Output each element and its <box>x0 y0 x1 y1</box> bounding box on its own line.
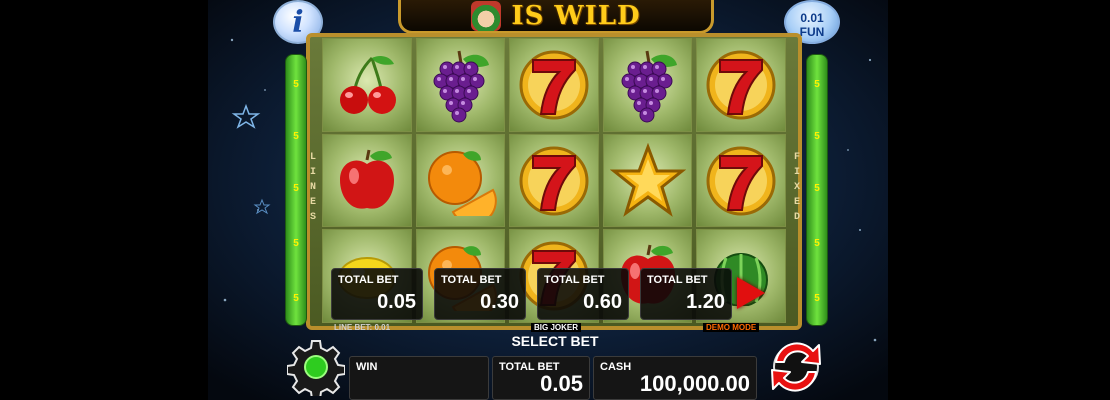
win-box: WIN <box>349 356 489 400</box>
lines-label: LINES <box>309 152 316 223</box>
payline-number: 5 <box>814 79 820 90</box>
joker-icon <box>471 0 502 31</box>
payline-number: 5 <box>814 238 820 249</box>
spin-button[interactable] <box>764 336 828 398</box>
info-icon: i <box>292 4 304 40</box>
bet-option-value: 0.60 <box>583 291 622 313</box>
play-arrow-icon[interactable] <box>737 277 765 309</box>
total-bet-value: 0.05 <box>540 371 583 396</box>
total-bet-box: TOTAL BET 0.05 <box>492 356 590 400</box>
fun-value: 0.01 <box>800 11 824 25</box>
payline-number: 5 <box>293 238 299 249</box>
cherry-symbol-icon <box>322 38 412 132</box>
demo-mode-text: DEMO MODE <box>703 323 760 332</box>
bet-option-label: TOTAL BET <box>441 274 502 286</box>
bet-option-label: TOTAL BET <box>544 274 605 286</box>
settings-gear-icon[interactable] <box>287 338 345 396</box>
paylines-bar-right: 5 5 5 5 5 <box>806 54 828 326</box>
seven-symbol-icon <box>696 38 786 132</box>
bet-option-label: TOTAL BET <box>338 274 399 286</box>
select-bet-title: SELECT BET <box>511 333 599 349</box>
apple-symbol-icon <box>322 133 412 228</box>
wild-title: IS WILD <box>511 0 641 31</box>
payline-number: 5 <box>293 79 299 90</box>
bet-option-value: 1.20 <box>686 291 725 313</box>
bet-option-4[interactable]: TOTAL BET 1.20 <box>640 268 732 320</box>
cash-box: CASH 100,000.00 <box>593 356 757 400</box>
grapes-symbol-icon <box>415 38 506 132</box>
cash-label: CASH <box>600 361 632 373</box>
star-symbol-icon <box>602 133 693 228</box>
payline-number: 5 <box>293 183 299 194</box>
orange-symbol-icon <box>415 133 506 228</box>
cash-value: 100,000.00 <box>639 371 750 396</box>
bet-option-value: 0.30 <box>480 291 519 313</box>
paylines-bar-left: 5 5 5 5 5 <box>285 54 307 326</box>
payline-number: 5 <box>814 131 820 142</box>
bet-option-1[interactable]: TOTAL BET 0.05 <box>331 268 423 320</box>
line-bet-text: LINE BET: 0.01 <box>334 323 391 332</box>
game-name-text: BIG JOKER <box>531 323 582 332</box>
game-title-plate: IS WILD <box>398 0 714 34</box>
payline-number: 5 <box>814 293 820 304</box>
win-label: WIN <box>356 361 378 373</box>
bet-option-label: TOTAL BET <box>647 274 708 286</box>
seven-symbol-icon <box>509 38 599 132</box>
bet-option-3[interactable]: TOTAL BET 0.60 <box>537 268 629 320</box>
seven-symbol-icon <box>696 133 786 228</box>
seven-symbol-icon <box>509 133 599 228</box>
grapes-symbol-icon <box>602 38 693 132</box>
bet-option-value: 0.05 <box>377 291 416 313</box>
fixed-label: FIXED <box>793 152 800 223</box>
payline-number: 5 <box>814 183 820 194</box>
bet-option-2[interactable]: TOTAL BET 0.30 <box>434 268 526 320</box>
payline-number: 5 <box>293 131 299 142</box>
payline-number: 5 <box>293 293 299 304</box>
